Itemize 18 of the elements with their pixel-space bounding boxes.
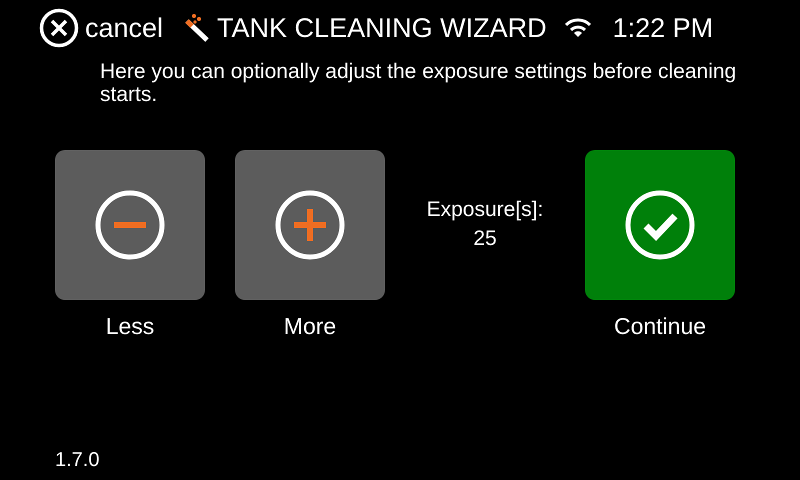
wifi-icon (564, 18, 591, 38)
close-icon (39, 8, 79, 48)
checkmark-icon (625, 190, 695, 260)
exposure-value: 25 (473, 226, 497, 252)
plus-button[interactable] (235, 150, 385, 300)
plus-icon (275, 190, 345, 260)
wizard-title: TANK CLEANING WIZARD (217, 12, 547, 44)
clock-time: 1:22 PM (612, 12, 714, 44)
instruction-text: Here you can optionally adjust the exposure settings before cleaning starts. (100, 60, 738, 106)
minus-icon (95, 190, 165, 260)
version-text: 1.7.0 (55, 449, 100, 472)
exposure-label: Exposure[s]: (426, 197, 544, 223)
cancel-button[interactable]: cancel (39, 8, 164, 48)
button-label: Less (106, 313, 154, 340)
confirm-button[interactable] (585, 150, 735, 300)
minus-button[interactable] (55, 150, 205, 300)
button-label: Continue (614, 313, 706, 340)
button-label: More (284, 313, 336, 340)
